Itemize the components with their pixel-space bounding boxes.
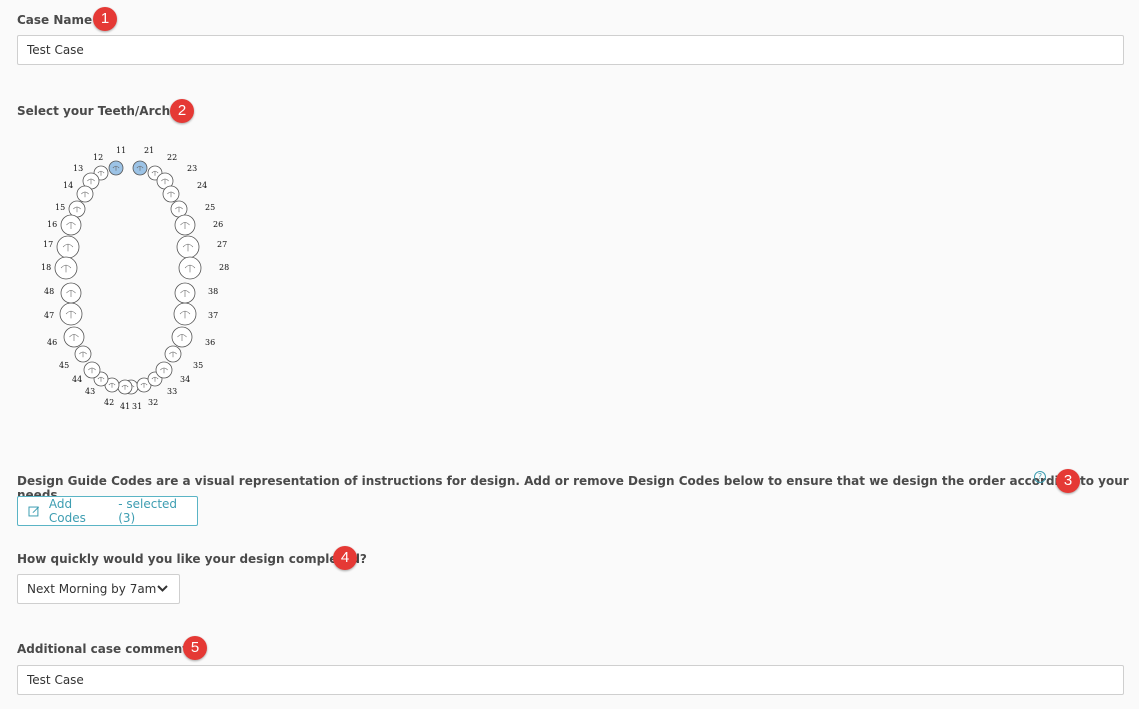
tooth-number-label: 12 (93, 153, 103, 162)
tooth-number-label: 44 (72, 375, 82, 384)
tooth-number-label: 48 (44, 287, 54, 296)
step-badge-1: 1 (93, 7, 117, 31)
case-name-label: Case Name (17, 13, 93, 27)
tooth-number-label: 32 (148, 398, 158, 407)
tooth-number-label: 17 (43, 240, 53, 249)
step-badge-5: 5 (183, 636, 207, 660)
tooth-number-label: 13 (73, 164, 83, 173)
tooth-number-label: 42 (104, 398, 114, 407)
turnaround-selected-value: Next Morning by 7am (27, 582, 157, 596)
case-name-input[interactable] (17, 35, 1124, 65)
tooth-number-label: 36 (205, 338, 215, 347)
selected-count: - selected (3) (118, 497, 178, 525)
tooth-number-label: 26 (213, 220, 223, 229)
tooth-number-label: 41 (120, 402, 130, 411)
add-codes-button[interactable]: Add Codes - selected (3) (17, 496, 198, 526)
comments-input[interactable] (17, 665, 1124, 695)
tooth-number-label: 14 (63, 181, 73, 190)
step-badge-4: 4 (333, 546, 357, 570)
tooth-number-label: 15 (55, 203, 65, 212)
step-badge-3: 3 (1056, 469, 1080, 493)
tooth-number-label: 23 (187, 164, 197, 173)
chevron-down-icon (157, 585, 168, 592)
tooth-number-label: 37 (208, 311, 218, 320)
tooth-number-label: 22 (167, 153, 177, 162)
tooth-number-label: 33 (167, 387, 177, 396)
teeth-section-label: Select your Teeth/Arches (17, 104, 186, 118)
tooth-number-label: 46 (47, 338, 57, 347)
turnaround-label: How quickly would you like your design c… (17, 552, 367, 566)
tooth-number-label: 38 (208, 287, 218, 296)
tooth-number-label: 47 (44, 311, 54, 320)
tooth-number-label: 27 (217, 240, 227, 249)
tooth-number-label: 11 (116, 146, 126, 155)
add-codes-label: Add Codes (48, 497, 86, 525)
tooth-number-label: 43 (85, 387, 95, 396)
teeth-chart: 11 12 1314 15 16 17 18 21 22 2324 25 26 27 28 31 32 3334… (41, 146, 229, 411)
tooth-number-label: 21 (144, 146, 154, 155)
tooth-number-label: 16 (47, 220, 57, 229)
turnaround-select[interactable]: Next Morning by 7am (17, 574, 180, 604)
tooth-number-label: 45 (59, 361, 69, 370)
help-icon[interactable]: ? (1034, 471, 1046, 483)
tooth-number-label: 34 (180, 375, 190, 384)
comments-label: Additional case comments (17, 642, 196, 656)
tooth-number-label: 24 (197, 181, 207, 190)
edit-icon (28, 506, 40, 517)
step-badge-2: 2 (170, 99, 194, 123)
tooth-number-label: 31 (132, 402, 142, 411)
tooth-number-label: 25 (205, 203, 215, 212)
tooth-number-label: 28 (219, 263, 229, 272)
tooth-number-label: 35 (193, 361, 203, 370)
tooth-number-label: 18 (41, 263, 51, 272)
